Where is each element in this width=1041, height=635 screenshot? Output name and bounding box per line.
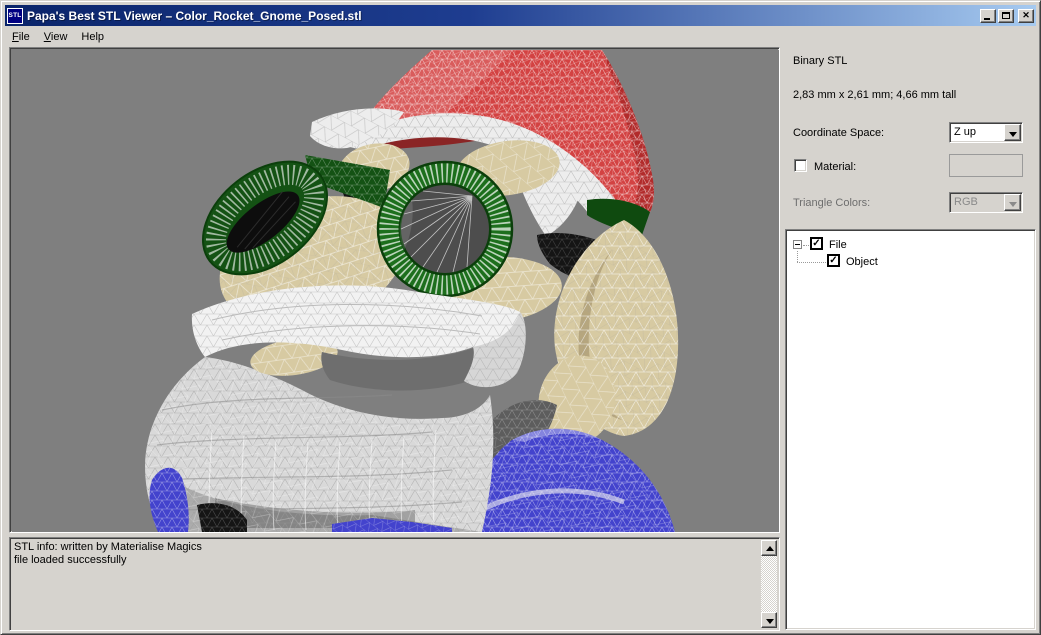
app-icon: STL <box>7 8 23 24</box>
chevron-down-icon <box>1009 202 1017 207</box>
model-dimensions-label: 2,83 mm x 2,61 mm; 4,66 mm tall <box>793 89 956 101</box>
triangle-colors-label: Triangle Colors: <box>793 197 870 209</box>
chevron-down-icon <box>1009 132 1017 137</box>
title-bar[interactable]: STL Papa's Best STL Viewer – Color_Rocke… <box>5 5 1036 26</box>
coordinate-space-select[interactable]: Z up <box>949 122 1023 143</box>
triangle-colors-value: RGB <box>954 196 978 208</box>
coordinate-space-value: Z up <box>954 126 976 138</box>
gnome-model-render <box>12 50 779 532</box>
tree-connector <box>803 245 809 246</box>
minimize-button[interactable] <box>980 9 996 23</box>
window-title: Papa's Best STL Viewer – Color_Rocket_Gn… <box>27 9 362 23</box>
menu-item-help[interactable]: Help <box>74 29 111 45</box>
maximize-icon <box>1002 12 1010 19</box>
coordinate-space-label: Coordinate Space: <box>793 127 884 139</box>
app-window: STL Papa's Best STL Viewer – Color_Rocke… <box>0 0 1041 635</box>
file-format-label: Binary STL <box>793 55 847 67</box>
tree-item-file[interactable]: File <box>829 239 847 251</box>
status-line: file loaded successfully <box>14 554 757 567</box>
triangle-colors-dropdown-button <box>1004 194 1021 211</box>
arrow-up-icon <box>766 546 774 551</box>
material-checkbox[interactable] <box>794 159 807 172</box>
maximize-button[interactable] <box>998 9 1014 23</box>
tree-object-checkbox[interactable]: ✓ <box>827 254 840 267</box>
status-log[interactable]: STL info: written by Materialise Magics … <box>9 537 780 631</box>
tree-expander[interactable] <box>793 240 802 249</box>
scroll-down-button[interactable] <box>761 612 777 628</box>
tree-file-checkbox[interactable]: ✓ <box>810 237 823 250</box>
status-line: STL info: written by Materialise Magics <box>14 541 757 554</box>
menu-item-file[interactable]: File <box>5 29 37 45</box>
scroll-up-button[interactable] <box>761 540 777 556</box>
triangle-colors-select: RGB <box>949 192 1023 213</box>
minimize-icon <box>984 18 990 20</box>
arrow-down-icon <box>766 619 774 624</box>
tree-connector <box>797 251 798 262</box>
close-button[interactable]: ✕ <box>1018 9 1034 23</box>
model-tree[interactable]: ✓ File ✓ Object <box>785 229 1036 630</box>
model-viewport[interactable] <box>9 47 780 533</box>
gnome-goggle-right <box>378 162 512 296</box>
log-scrollbar[interactable] <box>761 540 777 628</box>
menu-bar: FileViewHelp <box>5 27 1036 46</box>
menu-item-view[interactable]: View <box>37 29 75 45</box>
tree-item-object[interactable]: Object <box>846 256 878 268</box>
tree-connector <box>797 262 826 263</box>
collapse-icon <box>795 244 800 245</box>
material-input <box>949 154 1023 177</box>
coordinate-space-dropdown-button[interactable] <box>1004 124 1021 141</box>
material-label: Material: <box>814 161 856 173</box>
status-log-lines: STL info: written by Materialise Magics … <box>14 541 757 567</box>
window-controls: ✕ <box>980 9 1034 23</box>
